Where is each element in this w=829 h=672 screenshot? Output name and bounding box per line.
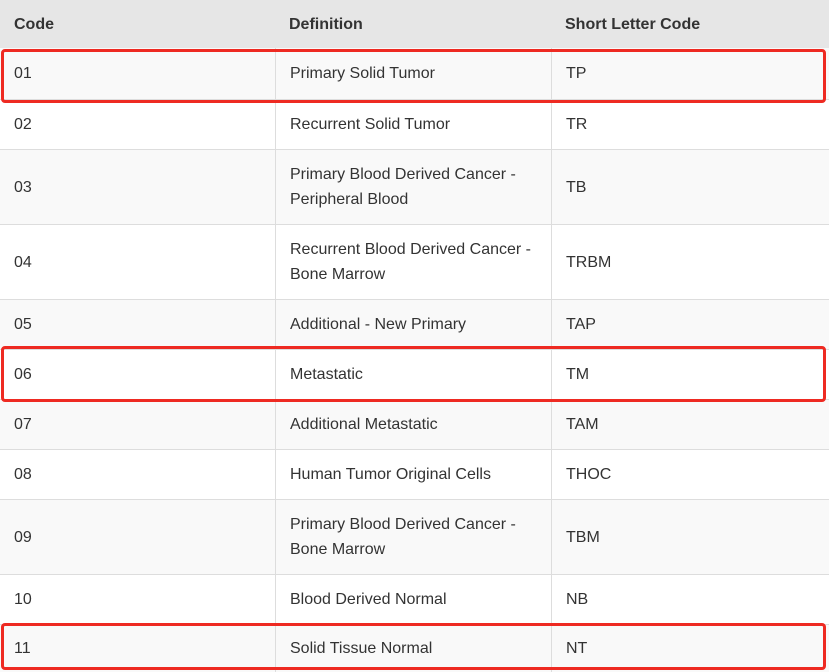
header-short-letter-code: Short Letter Code xyxy=(565,15,701,33)
cell-definition: Additional Metastatic xyxy=(275,400,551,449)
cell-short-code: TM xyxy=(551,350,829,399)
cell-definition: Recurrent Blood Derived Cancer - Bone Ma… xyxy=(275,225,551,299)
cell-code: 03 xyxy=(14,178,32,196)
table-row: 09 Primary Blood Derived Cancer - Bone M… xyxy=(0,500,829,575)
cell-definition: Primary Blood Derived Cancer - Bone Marr… xyxy=(275,500,551,574)
table-row: 07 Additional Metastatic TAM xyxy=(0,400,829,450)
cell-short-code: TAM xyxy=(551,400,829,449)
cell-definition: Solid Tissue Normal xyxy=(275,625,551,672)
table-row: 10 Blood Derived Normal NB xyxy=(0,575,829,625)
table-row: 11 Solid Tissue Normal NT xyxy=(0,625,829,672)
cell-definition: Additional - New Primary xyxy=(275,300,551,349)
cell-definition: Primary Blood Derived Cancer - Periphera… xyxy=(275,150,551,224)
cell-short-code: NB xyxy=(551,575,829,624)
cell-short-code: TRBM xyxy=(551,225,829,299)
header-code: Code xyxy=(14,15,54,33)
cell-code: 05 xyxy=(14,316,32,333)
cell-code: 01 xyxy=(14,65,32,82)
cell-code: 07 xyxy=(14,416,32,433)
cell-definition: Blood Derived Normal xyxy=(275,575,551,624)
table-row: 05 Additional - New Primary TAP xyxy=(0,300,829,350)
table-row: 08 Human Tumor Original Cells THOC xyxy=(0,450,829,500)
cell-code: 08 xyxy=(14,466,32,483)
cell-definition: Human Tumor Original Cells xyxy=(275,450,551,499)
cell-short-code: TAP xyxy=(551,300,829,349)
cell-code: 06 xyxy=(14,366,32,383)
cell-short-code: TBM xyxy=(551,500,829,574)
cell-code: 09 xyxy=(14,528,32,546)
cell-short-code: TR xyxy=(551,100,829,149)
cell-definition: Primary Solid Tumor xyxy=(275,48,551,99)
table-row: 02 Recurrent Solid Tumor TR xyxy=(0,100,829,150)
table-row: 03 Primary Blood Derived Cancer - Periph… xyxy=(0,150,829,225)
cell-definition: Recurrent Solid Tumor xyxy=(275,100,551,149)
cell-definition: Metastatic xyxy=(275,350,551,399)
table-row: 01 Primary Solid Tumor TP xyxy=(0,48,829,100)
cell-short-code: THOC xyxy=(551,450,829,499)
table-header-row: Code Definition Short Letter Code xyxy=(0,0,829,48)
table-row: 04 Recurrent Blood Derived Cancer - Bone… xyxy=(0,225,829,300)
cell-short-code: TB xyxy=(551,150,829,224)
cell-short-code: NT xyxy=(551,625,829,672)
cell-short-code: TP xyxy=(551,48,829,99)
cell-code: 10 xyxy=(14,591,32,608)
cell-code: 04 xyxy=(14,253,32,271)
table-row: 06 Metastatic TM xyxy=(0,350,829,400)
cell-code: 02 xyxy=(14,116,32,133)
header-definition: Definition xyxy=(289,15,363,33)
cell-code: 11 xyxy=(14,640,31,657)
